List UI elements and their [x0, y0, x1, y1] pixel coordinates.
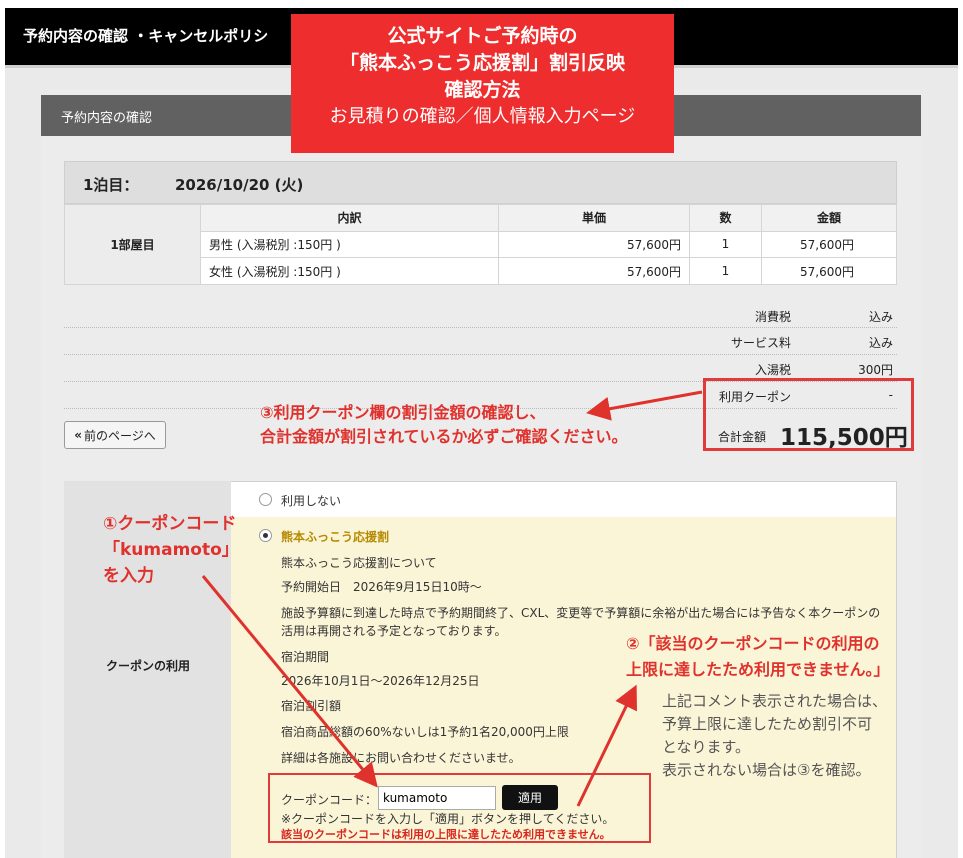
arrow-to-code-input: [201, 575, 378, 788]
annotation-arrows: [201, 390, 703, 807]
arrow-to-note2: [576, 684, 637, 807]
arrow-to-note3: [586, 390, 703, 421]
